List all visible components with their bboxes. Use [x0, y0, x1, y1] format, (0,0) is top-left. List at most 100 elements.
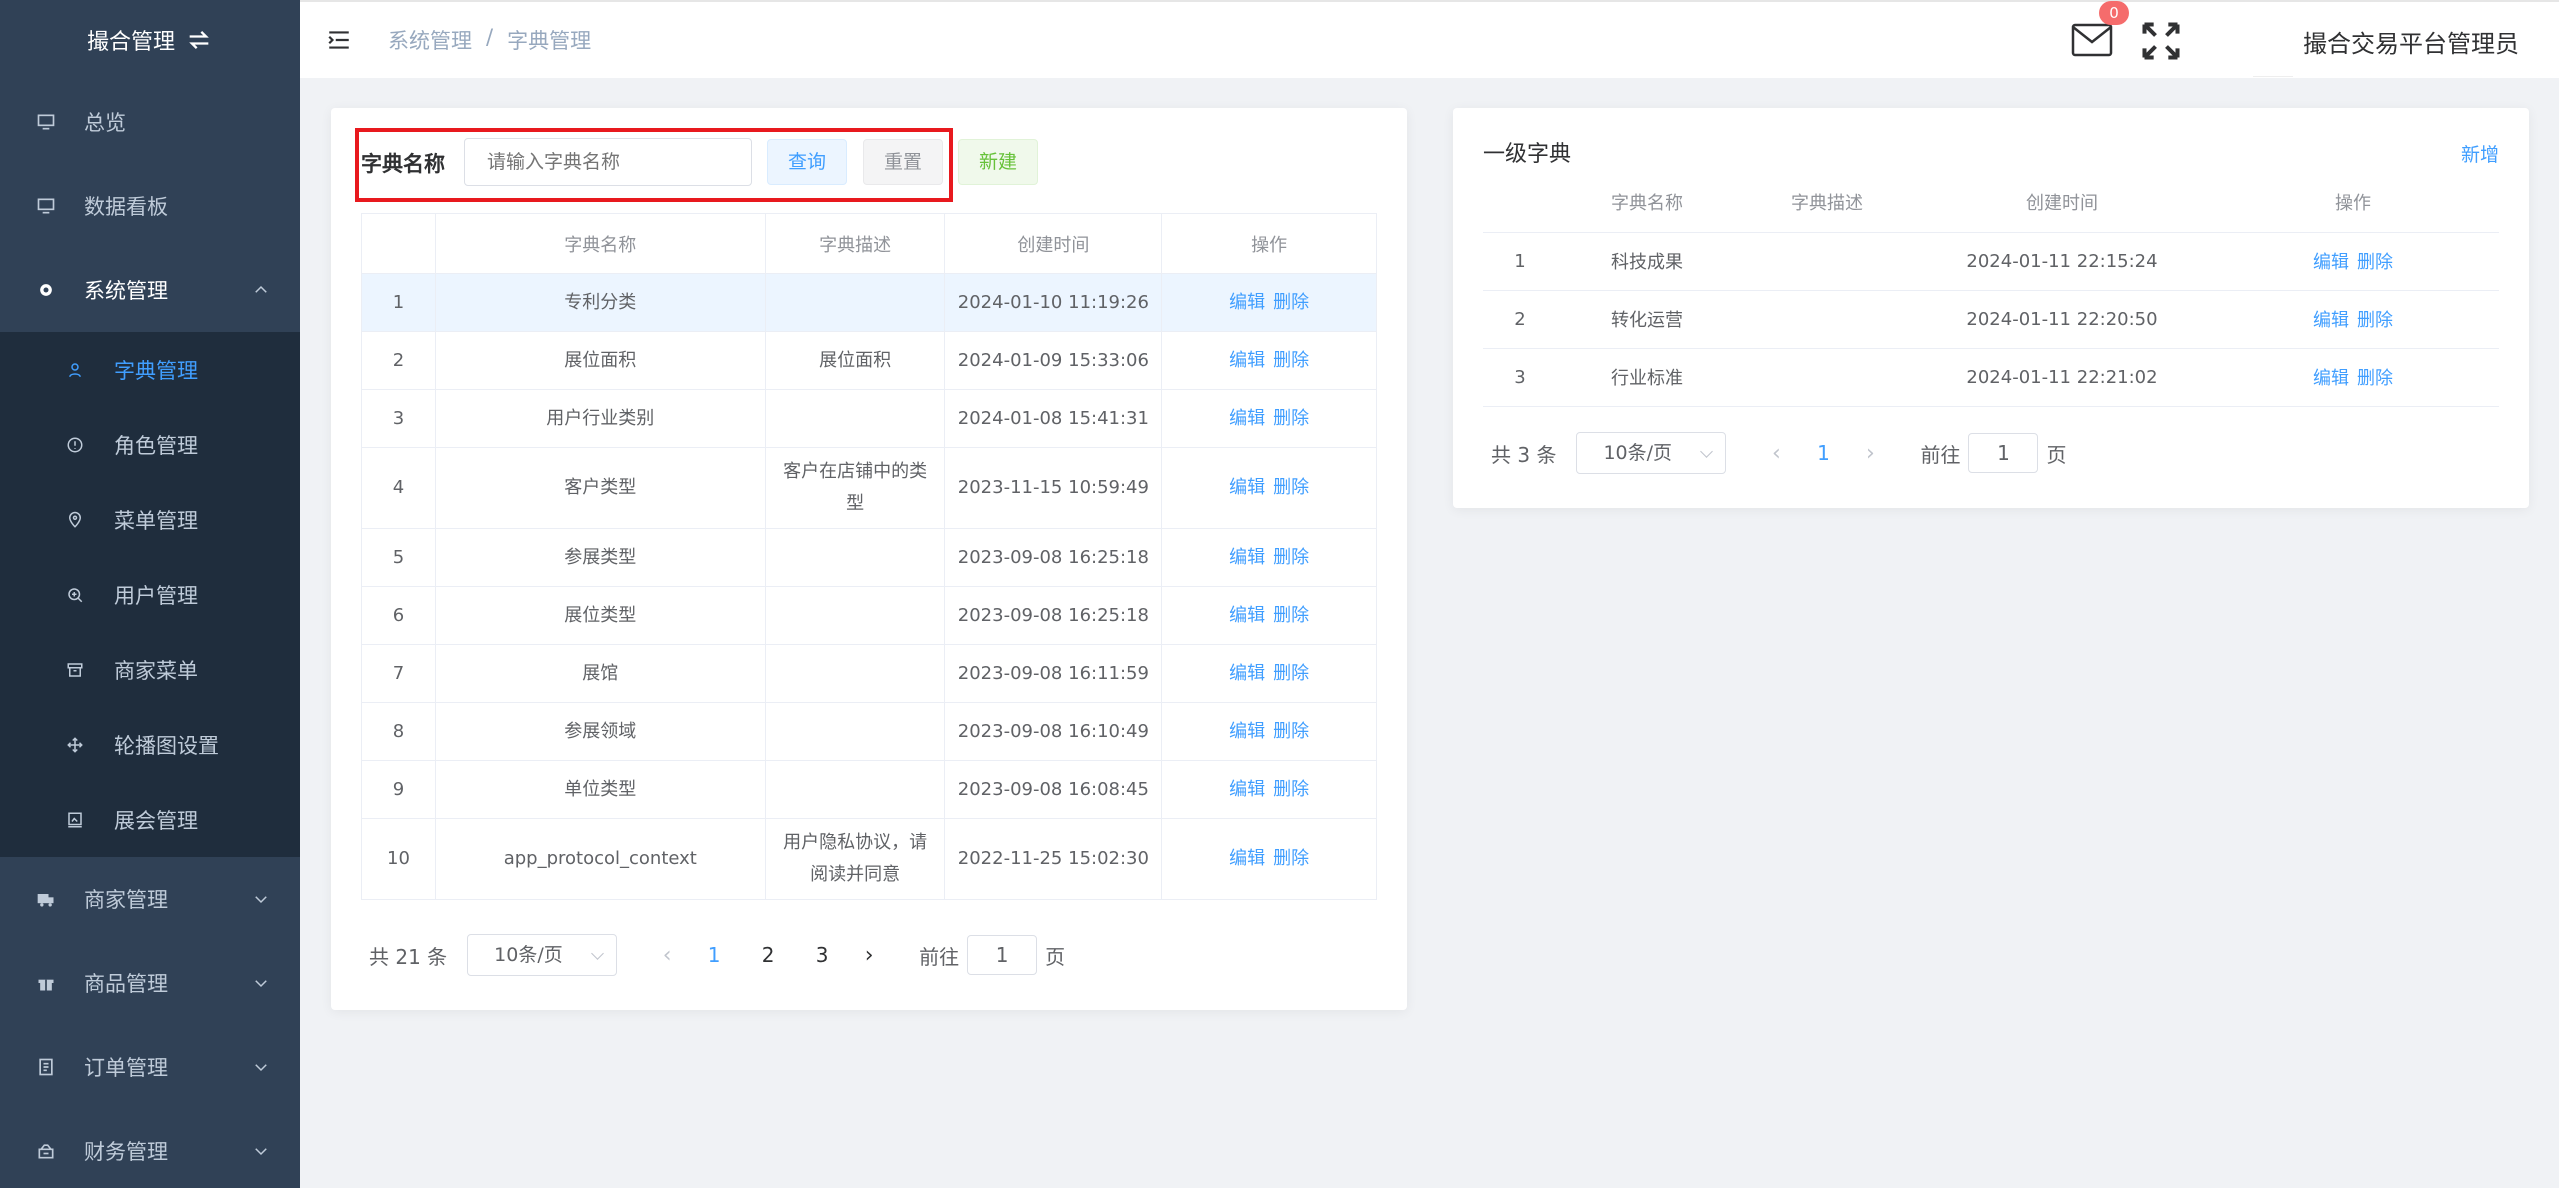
edit-link[interactable]: 编辑 — [1229, 292, 1265, 313]
row-time: 2024-01-08 15:41:31 — [944, 389, 1163, 448]
prev-page-button[interactable]: ‹ — [647, 943, 687, 968]
mail-button[interactable]: 0 — [2071, 1, 2129, 59]
pager-total: 共 3 条 — [1491, 442, 1557, 467]
add-button[interactable]: 新增 — [2461, 140, 2499, 167]
page-size-select[interactable]: 10条/页 — [467, 934, 618, 976]
brand[interactable]: 撮合管理 — [0, 0, 300, 80]
edit-link[interactable]: 编辑 — [1229, 605, 1265, 626]
page-3[interactable]: 3 — [795, 943, 849, 967]
row-desc: 客户在店铺中的类型 — [764, 447, 946, 529]
sidebar-item-overview[interactable]: 总览 — [0, 80, 300, 164]
row-ops: 编辑 删除 — [1161, 447, 1377, 529]
edit-link[interactable]: 编辑 — [1229, 663, 1265, 684]
row-name: 专利分类 — [434, 273, 766, 332]
breadcrumb-item[interactable]: 系统管理 — [388, 25, 472, 55]
edit-link[interactable]: 编辑 — [2313, 252, 2349, 273]
reset-button[interactable]: 重置 — [863, 139, 943, 185]
sidebar-item-products[interactable]: 商品管理 — [0, 941, 300, 1025]
edit-link[interactable]: 编辑 — [1229, 721, 1265, 742]
zoom-icon — [64, 584, 86, 606]
table-row: 5 参展类型 2023-09-08 16:25:18 编辑 删除 — [361, 528, 1377, 587]
sidebar-item-system[interactable]: 系统管理 — [0, 248, 300, 332]
row-desc — [764, 273, 946, 332]
sidebar-item-dashboard[interactable]: 数据看板 — [0, 164, 300, 248]
next-page-button[interactable]: › — [849, 943, 889, 968]
col-ops: 操作 — [2207, 172, 2499, 233]
delete-link[interactable]: 删除 — [1273, 779, 1309, 800]
sidebar-item-finance[interactable]: 财务管理 — [0, 1109, 300, 1188]
pagination: 共 21 条 10条/页 ‹ 1 2 3 › 前往 1 页 — [369, 934, 1065, 976]
col-time: 创建时间 — [1917, 172, 2207, 233]
goto-input[interactable]: 1 — [967, 935, 1038, 975]
row-name: 展位面积 — [434, 331, 766, 390]
query-button[interactable]: 查询 — [767, 139, 847, 185]
edit-link[interactable]: 编辑 — [1229, 547, 1265, 568]
row-time: 2023-09-08 16:08:45 — [944, 760, 1163, 819]
sidebar-item-roles[interactable]: 角色管理 — [0, 407, 300, 482]
sidebar-item-users[interactable]: 用户管理 — [0, 557, 300, 632]
sidebar-item-merchants[interactable]: 商家管理 — [0, 857, 300, 941]
delete-link[interactable]: 删除 — [2357, 368, 2393, 389]
delete-link[interactable]: 删除 — [1273, 848, 1309, 869]
delete-link[interactable]: 删除 — [1273, 721, 1309, 742]
sidebar-item-merchant-menu[interactable]: 商家菜单 — [0, 632, 300, 707]
page-1[interactable]: 1 — [1796, 441, 1850, 465]
delete-link[interactable]: 删除 — [1273, 477, 1309, 498]
edit-link[interactable]: 编辑 — [1229, 408, 1265, 429]
edit-link[interactable]: 编辑 — [1229, 477, 1265, 498]
sidebar-item-exhibitions[interactable]: 展会管理 — [0, 782, 300, 857]
row-desc — [764, 586, 946, 645]
row-name: 行业标准 — [1557, 348, 1737, 407]
row-name: 展位类型 — [434, 586, 766, 645]
row-index: 4 — [361, 447, 436, 529]
row-ops: 编辑 删除 — [1161, 273, 1377, 332]
edit-link[interactable]: 编辑 — [1229, 350, 1265, 371]
avatar[interactable] — [2253, 5, 2293, 77]
delete-link[interactable]: 删除 — [1273, 605, 1309, 626]
table-row: 1 专利分类 2024-01-10 11:19:26 编辑 删除 — [361, 273, 1377, 332]
switch-icon[interactable] — [185, 26, 213, 54]
card-title: 一级字典 — [1483, 142, 1572, 167]
sidebar-item-label: 订单管理 — [84, 1056, 168, 1080]
chevron-down-icon — [255, 1064, 267, 1072]
page-unit: 页 — [1045, 944, 1066, 969]
page-jump: 前往 1 页 — [919, 935, 1065, 975]
page-2[interactable]: 2 — [741, 943, 795, 967]
edit-link[interactable]: 编辑 — [2313, 310, 2349, 331]
edit-link[interactable]: 编辑 — [1229, 848, 1265, 869]
breadcrumb-current: 字典管理 — [507, 29, 592, 53]
hamburger-icon[interactable] — [326, 27, 352, 53]
sidebar-item-dictionary[interactable]: 字典管理 — [0, 332, 300, 407]
col-index — [1483, 172, 1557, 233]
row-name: 参展类型 — [434, 528, 766, 587]
delete-link[interactable]: 删除 — [1273, 547, 1309, 568]
delete-link[interactable]: 删除 — [1273, 292, 1309, 313]
sidebar-item-carousel[interactable]: 轮播图设置 — [0, 707, 300, 782]
delete-link[interactable]: 删除 — [1273, 350, 1309, 371]
username[interactable]: 撮合交易平台管理员 — [2303, 24, 2519, 59]
row-index: 3 — [361, 389, 436, 448]
delete-link[interactable]: 删除 — [1273, 408, 1309, 429]
next-page-button[interactable]: › — [1850, 441, 1890, 466]
row-time: 2024-01-11 22:20:50 — [1917, 290, 2207, 349]
page-1[interactable]: 1 — [687, 943, 741, 967]
edit-link[interactable]: 编辑 — [2313, 368, 2349, 389]
col-index — [361, 213, 436, 274]
fullscreen-icon[interactable] — [2139, 19, 2183, 63]
edit-link[interactable]: 编辑 — [1229, 779, 1265, 800]
goto-input[interactable]: 1 — [1968, 433, 2039, 473]
document-icon — [34, 1055, 58, 1079]
delete-link[interactable]: 删除 — [1273, 663, 1309, 684]
page-size-select[interactable]: 10条/页 — [1576, 432, 1727, 474]
prev-page-button[interactable]: ‹ — [1756, 441, 1796, 466]
row-desc — [764, 389, 946, 448]
delete-link[interactable]: 删除 — [2357, 252, 2393, 273]
delete-link[interactable]: 删除 — [2357, 310, 2393, 331]
new-button[interactable]: 新建 — [958, 139, 1038, 185]
sidebar-item-orders[interactable]: 订单管理 — [0, 1025, 300, 1109]
info-icon — [64, 434, 86, 456]
goto-label: 前往 — [1920, 442, 1961, 467]
dictionary-name-input[interactable] — [464, 138, 752, 186]
col-desc: 字典描述 — [764, 213, 946, 274]
sidebar-item-menus[interactable]: 菜单管理 — [0, 482, 300, 557]
